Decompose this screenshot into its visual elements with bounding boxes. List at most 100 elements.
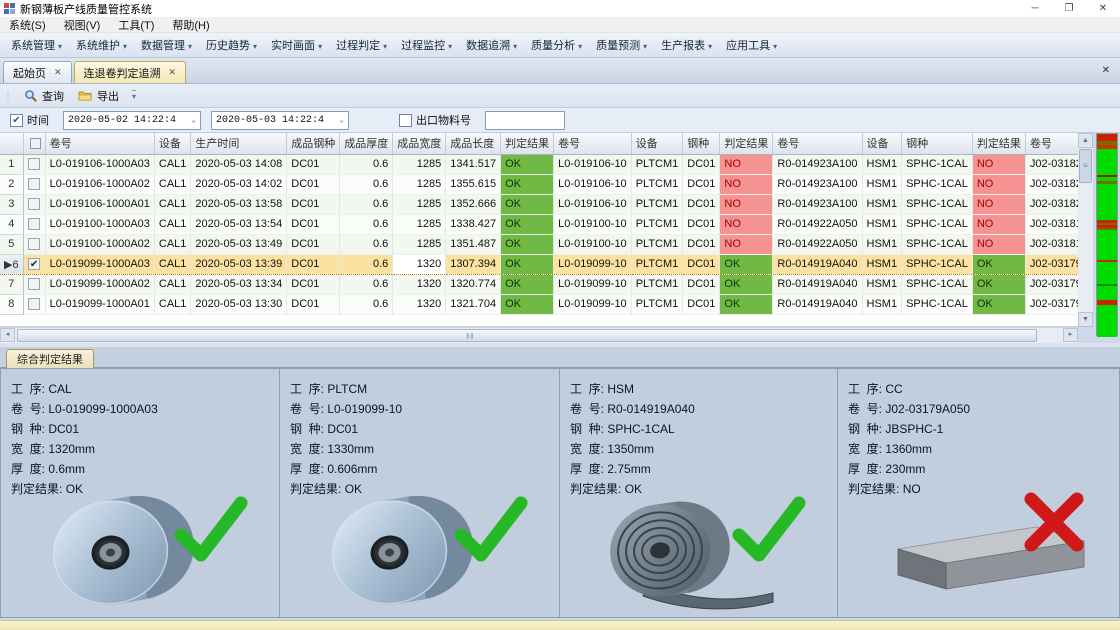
table-row[interactable]: 3L0-019106-1000A01CAL12020-05-03 13:58DC… [0, 194, 1078, 214]
row-checkbox[interactable] [28, 238, 40, 250]
row-select-cell[interactable] [23, 274, 45, 294]
material-checkbox[interactable] [399, 114, 412, 127]
menu-item-2[interactable]: 工具(T) [109, 17, 163, 33]
column-header-3[interactable]: 成品钢种 [287, 133, 340, 154]
column-header-7[interactable]: 判定结果 [501, 133, 554, 154]
ribbon-item-4[interactable]: 实时画面▾ [264, 37, 329, 53]
row-select-cell[interactable] [23, 174, 45, 194]
column-header-5[interactable]: 成品宽度 [393, 133, 446, 154]
ribbon-item-7[interactable]: 数据追溯▾ [459, 37, 524, 53]
column-header-4[interactable]: 成品厚度 [340, 133, 393, 154]
query-button[interactable]: 查询 [17, 86, 71, 106]
toolbar-overflow-icon[interactable]: ▾ [132, 90, 136, 101]
menu-item-0[interactable]: 系统(S) [0, 17, 55, 33]
cell-成品宽度: 1285 [393, 174, 446, 194]
column-header-2[interactable]: 生产时间 [191, 133, 287, 154]
row-select-cell[interactable] [23, 154, 45, 174]
tabstrip-close-icon[interactable]: ✕ [1102, 65, 1110, 76]
menu-item-3[interactable]: 帮助(H) [163, 17, 218, 33]
ribbon-item-2[interactable]: 数据管理▾ [134, 37, 199, 53]
row-select-cell[interactable]: ✔ [23, 254, 45, 274]
column-header-10[interactable]: 钢种 [683, 133, 720, 154]
ribbon-item-8[interactable]: 质量分析▾ [524, 37, 589, 53]
panel-field-thickness: 厚 度: 0.606mm [290, 459, 402, 479]
row-select-cell[interactable] [23, 294, 45, 314]
column-header-15[interactable]: 判定结果 [972, 133, 1025, 154]
row-select-cell[interactable] [23, 234, 45, 254]
cell-卷号: L0-019099-1000A03 [45, 254, 154, 274]
menu-item-1[interactable]: 视图(V) [55, 17, 110, 33]
row-select-cell[interactable] [23, 214, 45, 234]
row-checkbox[interactable] [28, 158, 40, 170]
tab-combined-result[interactable]: 综合判定结果 [6, 349, 94, 368]
table-row[interactable]: ▶6✔L0-019099-1000A03CAL12020-05-03 13:39… [0, 254, 1078, 274]
scroll-down-icon[interactable]: ▼ [1078, 312, 1093, 327]
minimize-button[interactable]: ─ [1018, 3, 1052, 14]
tab-start-page[interactable]: 起始页 ✕ [3, 61, 72, 83]
row-checkbox[interactable] [28, 298, 40, 310]
column-header-6[interactable]: 成品长度 [446, 133, 501, 154]
horizontal-scroll-thumb[interactable]: ‖‖ [17, 329, 1037, 342]
panel-field-coil: 卷 号: J02-03179A050 [848, 399, 970, 419]
column-header-8[interactable]: 卷号 [554, 133, 632, 154]
export-button[interactable]: 导出 [71, 86, 126, 106]
tab-close-icon[interactable]: ✕ [54, 67, 62, 78]
field-value: 2.75mm [607, 462, 650, 476]
column-header-1[interactable]: 设备 [154, 133, 191, 154]
column-header-13[interactable]: 设备 [862, 133, 902, 154]
row-checkbox[interactable] [28, 178, 40, 190]
row-checkbox[interactable]: ✔ [28, 258, 40, 270]
vertical-scrollbar[interactable]: ▲ ≡ ▼ [1078, 133, 1093, 327]
select-all-header[interactable] [23, 133, 45, 154]
table-row[interactable]: 1L0-019106-1000A03CAL12020-05-03 14:08DC… [0, 154, 1078, 174]
date-to-combo[interactable]: 2020-05-03 14:22:4 ⌄ [211, 111, 349, 130]
ribbon-item-11[interactable]: 应用工具▾ [719, 37, 784, 53]
scroll-right-icon[interactable]: ▸ [1063, 328, 1078, 342]
column-header-12[interactable]: 卷号 [773, 133, 862, 154]
quality-minimap-strip[interactable] [1096, 133, 1118, 336]
row-select-cell[interactable] [23, 194, 45, 214]
scroll-left-icon[interactable]: ◂ [0, 328, 15, 342]
horizontal-scrollbar[interactable]: ◂ ‖‖ ▸ [0, 327, 1078, 343]
cell-成品宽度: 1285 [393, 154, 446, 174]
cell-设备: PLTCM1 [631, 174, 683, 194]
ribbon-item-3[interactable]: 历史趋势▾ [199, 37, 264, 53]
material-input[interactable] [485, 111, 565, 130]
select-all-icon[interactable] [30, 138, 41, 149]
no-cross-icon [1019, 487, 1089, 557]
combo-arrow-icon[interactable]: ⌄ [187, 115, 200, 125]
table-row[interactable]: 7L0-019099-1000A02CAL12020-05-03 13:34DC… [0, 274, 1078, 294]
cell-判定结果: OK [501, 154, 554, 174]
column-header-0[interactable]: 卷号 [45, 133, 154, 154]
action-toolbar: ⋮ 查询 导出 ▾ [0, 84, 1120, 108]
cell-钢种: SPHC-1CAL [902, 174, 973, 194]
combo-arrow-icon[interactable]: ⌄ [335, 115, 348, 125]
row-checkbox[interactable] [28, 218, 40, 230]
row-checkbox[interactable] [28, 198, 40, 210]
table-row[interactable]: 4L0-019100-1000A03CAL12020-05-03 13:54DC… [0, 214, 1078, 234]
ribbon-item-6[interactable]: 过程监控▾ [394, 37, 459, 53]
row-checkbox[interactable] [28, 278, 40, 290]
ribbon-item-0[interactable]: 系统管理▾ [4, 37, 69, 53]
ribbon-item-10[interactable]: 生产报表▾ [654, 37, 719, 53]
vertical-scroll-thumb[interactable]: ≡ [1079, 149, 1092, 183]
restore-button[interactable]: ❐ [1052, 3, 1086, 14]
ribbon-item-9[interactable]: 质量预测▾ [589, 37, 654, 53]
column-header-9[interactable]: 设备 [631, 133, 683, 154]
column-header-11[interactable]: 判定结果 [720, 133, 773, 154]
column-header-16[interactable]: 卷号 [1025, 133, 1078, 154]
scroll-up-icon[interactable]: ▲ [1078, 133, 1093, 148]
ribbon-item-5[interactable]: 过程判定▾ [329, 37, 394, 53]
ribbon-item-1[interactable]: 系统维护▾ [69, 37, 134, 53]
table-row[interactable]: 8L0-019099-1000A01CAL12020-05-03 13:30DC… [0, 294, 1078, 314]
panel-field-steel: 钢 种: SPHC-1CAL [570, 419, 695, 439]
date-from-combo[interactable]: 2020-05-02 14:22:4 ⌄ [63, 111, 201, 130]
table-row[interactable]: 2L0-019106-1000A02CAL12020-05-03 14:02DC… [0, 174, 1078, 194]
column-header-14[interactable]: 钢种 [902, 133, 973, 154]
chevron-down-icon: ▾ [708, 42, 712, 51]
tab-close-icon[interactable]: ✕ [169, 67, 177, 78]
time-checkbox[interactable]: ✔ [10, 114, 23, 127]
tab-coil-judgment-trace[interactable]: 连退卷判定追溯 ✕ [74, 61, 187, 83]
table-row[interactable]: 5L0-019100-1000A02CAL12020-05-03 13:49DC… [0, 234, 1078, 254]
close-button[interactable]: ✕ [1086, 3, 1120, 14]
